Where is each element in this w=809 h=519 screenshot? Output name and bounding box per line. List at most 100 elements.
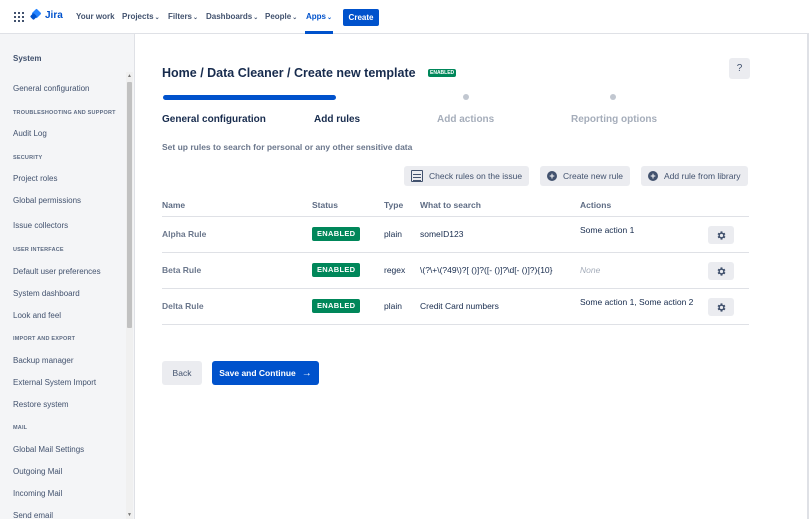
add-from-library-label: Add rule from library	[664, 171, 741, 181]
create-rule-label: Create new rule	[563, 171, 624, 181]
jira-logo[interactable]: Jira	[31, 10, 63, 21]
gear-icon	[717, 230, 725, 240]
rule-type: plain	[384, 301, 402, 311]
chevron-down-icon: ⌄	[327, 15, 333, 21]
row-divider	[162, 324, 749, 325]
nav-label: Dashboards	[206, 12, 253, 21]
sidebar-item-incoming-mail[interactable]: Incoming Mail	[13, 489, 62, 498]
gear-icon	[717, 266, 725, 276]
create-button[interactable]: Create	[343, 9, 379, 26]
gear-icon	[717, 302, 725, 312]
rule-settings-button[interactable]	[708, 226, 734, 244]
rule-settings-button[interactable]	[708, 298, 734, 316]
sidebar-item-audit-log[interactable]: Audit Log	[13, 129, 47, 138]
rule-actions: None	[580, 265, 601, 275]
table-row: Alpha Rule ENABLED plain someID123 Some acti…	[162, 217, 749, 253]
add-from-library-button[interactable]: + Add rule from library	[641, 166, 748, 186]
rule-name: Alpha Rule	[162, 229, 207, 239]
nav-filters[interactable]: Filters⌄	[168, 12, 198, 21]
save-and-continue-label: Save and Continue	[219, 368, 296, 378]
sidebar-item-default-user-preferences[interactable]: Default user preferences	[13, 267, 101, 276]
active-nav-underline	[305, 31, 333, 34]
top-navigation: Jira Your work Projects⌄ Filters⌄ Dashboard…	[0, 0, 809, 34]
jira-logo-icon	[31, 10, 42, 21]
check-rules-button[interactable]: Check rules on the issue	[404, 166, 530, 186]
template-status-badge: ENABLED	[428, 69, 457, 77]
app-switcher-icon[interactable]	[14, 12, 24, 22]
step-add-rules[interactable]: Add rules	[314, 114, 360, 125]
nav-apps[interactable]: Apps⌄	[306, 12, 332, 21]
logo-text: Jira	[45, 10, 63, 21]
nav-label: Projects	[122, 12, 154, 21]
wizard-progress-bar	[163, 95, 336, 100]
sidebar-section-heading: USER INTERFACE	[13, 247, 64, 253]
rule-actions: Some action 1	[580, 225, 635, 235]
column-header-status: Status	[312, 200, 338, 210]
nav-label: Your work	[76, 12, 115, 21]
sidebar-item-outgoing-mail[interactable]: Outgoing Mail	[13, 467, 62, 476]
nav-people[interactable]: People⌄	[265, 12, 297, 21]
sidebar-item-send-email[interactable]: Send email	[13, 511, 53, 519]
step-dot-add-actions	[463, 94, 469, 100]
step-dot-reporting-options	[610, 94, 616, 100]
scroll-up-icon[interactable]: ▲	[126, 72, 133, 80]
chevron-down-icon: ⌄	[154, 15, 160, 21]
nav-projects[interactable]: Projects⌄	[122, 12, 160, 21]
add-circle-icon: +	[547, 171, 557, 181]
column-header-name: Name	[162, 200, 186, 210]
rule-name: Delta Rule	[162, 301, 204, 311]
table-row: Beta Rule ENABLED regex \(?\+\(?49\)?[ ()]?…	[162, 253, 749, 289]
add-circle-icon: +	[648, 171, 658, 181]
save-and-continue-button[interactable]: Save and Continue →	[212, 361, 319, 385]
column-header-what-to-search: What to search	[420, 200, 481, 210]
column-header-type: Type	[384, 200, 404, 210]
chevron-down-icon: ⌄	[193, 15, 199, 21]
nav-label: Filters	[168, 12, 193, 21]
rule-search-pattern: \(?\+\(?49\)?[ ()]?([- ()]?\d[- ()]?){10…	[420, 265, 553, 275]
nav-label: Apps	[306, 12, 326, 21]
rule-search-pattern: Credit Card numbers	[420, 301, 499, 311]
scroll-thumb[interactable]	[127, 82, 132, 328]
sidebar-item-general-configuration[interactable]: General configuration	[13, 84, 90, 93]
rule-type: regex	[384, 265, 406, 275]
chevron-down-icon: ⌄	[253, 15, 259, 21]
sidebar-scrollbar[interactable]: ▲ ▼	[126, 72, 133, 519]
sidebar-item-system-dashboard[interactable]: System dashboard	[13, 289, 80, 298]
arrow-right-icon: →	[301, 367, 312, 379]
help-button[interactable]: ?	[729, 58, 750, 79]
sidebar-item-project-roles[interactable]: Project roles	[13, 174, 57, 183]
sidebar-item-global-mail-settings[interactable]: Global Mail Settings	[13, 445, 84, 454]
nav-dashboards[interactable]: Dashboards⌄	[206, 12, 258, 21]
sidebar-section-heading: MAIL	[13, 425, 28, 431]
rule-actions: Some action 1, Some action 2	[580, 297, 694, 307]
step-general-configuration[interactable]: General configuration	[162, 114, 266, 125]
chevron-down-icon: ⌄	[292, 15, 298, 21]
sidebar-section-heading: IMPORT AND EXPORT	[13, 336, 76, 342]
nav-your-work[interactable]: Your work	[76, 12, 115, 21]
rules-check-icon	[411, 170, 423, 182]
rule-status-badge: ENABLED	[312, 299, 361, 313]
rule-status-badge: ENABLED	[312, 263, 361, 277]
table-row: Delta Rule ENABLED plain Credit Card number…	[162, 289, 749, 325]
sidebar-item-look-and-feel[interactable]: Look and feel	[13, 311, 61, 320]
rule-type: plain	[384, 229, 402, 239]
sidebar-item-issue-collectors[interactable]: Issue collectors	[13, 221, 68, 230]
admin-sidebar: System General configuration TROUBLESHOOT…	[0, 34, 135, 519]
rule-settings-button[interactable]	[708, 262, 734, 280]
create-rule-button[interactable]: + Create new rule	[540, 166, 631, 186]
back-button[interactable]: Back	[162, 361, 202, 385]
column-header-actions: Actions	[580, 200, 612, 210]
step-add-actions: Add actions	[437, 114, 495, 125]
scroll-down-icon[interactable]: ▼	[126, 511, 133, 519]
sidebar-section-heading: SECURITY	[13, 155, 43, 161]
rule-search-pattern: someID123	[420, 229, 464, 239]
sidebar-item-restore-system[interactable]: Restore system	[13, 400, 69, 409]
sidebar-item-backup-manager[interactable]: Backup manager	[13, 356, 73, 365]
sidebar-item-external-system-import[interactable]: External System Import	[13, 378, 96, 387]
sidebar-section-heading: TROUBLESHOOTING AND SUPPORT	[13, 110, 116, 116]
sidebar-title: System	[13, 54, 42, 63]
rule-status-badge: ENABLED	[312, 227, 361, 241]
help-icon: ?	[736, 63, 743, 74]
sidebar-item-global-permissions[interactable]: Global permissions	[13, 196, 81, 205]
rules-subtitle: Set up rules to search for personal or a…	[162, 142, 413, 152]
